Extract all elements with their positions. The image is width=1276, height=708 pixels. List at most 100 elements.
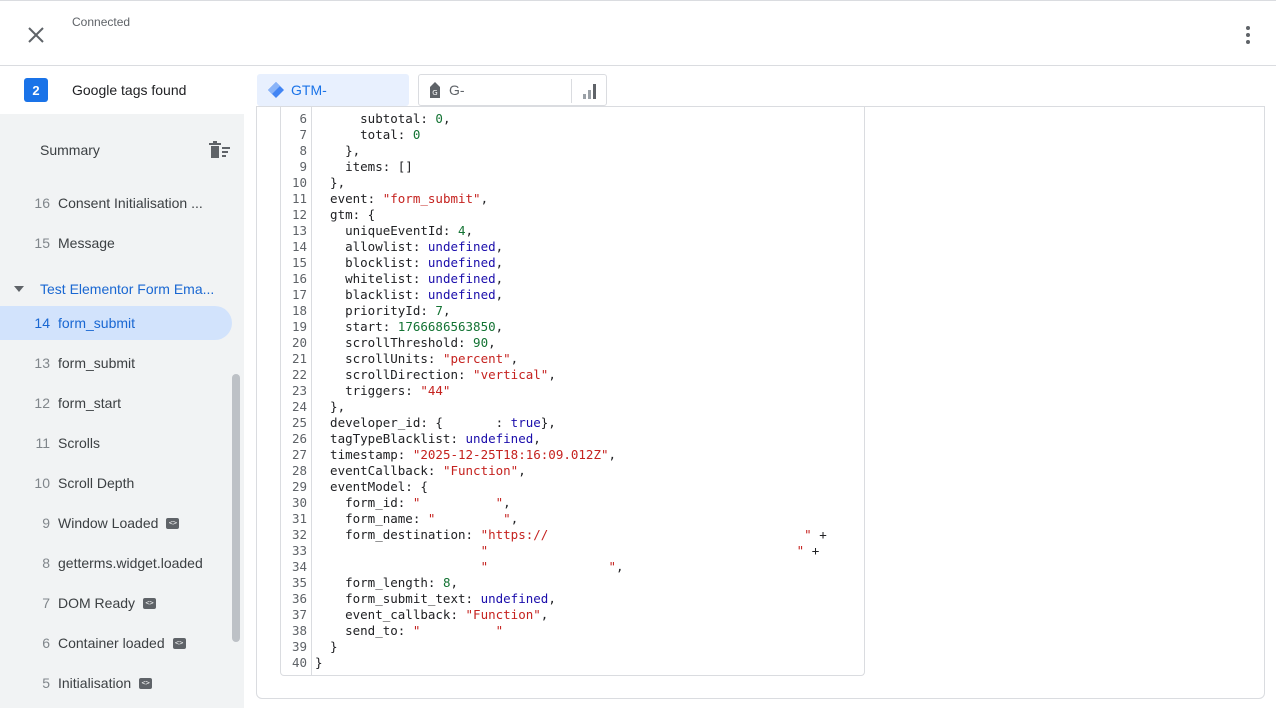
code-line: 16 whitelist: undefined, [281, 271, 864, 287]
line-number: 13 [291, 223, 307, 238]
code-line: 25 developer_id: { : true}, [281, 415, 864, 431]
code-text: } [315, 655, 323, 670]
code-line: 26 tagTypeBlacklist: undefined, [281, 431, 864, 447]
line-number: 31 [291, 511, 307, 526]
event-item[interactable]: 10 Scroll Depth [0, 466, 232, 500]
code-text: timestamp: "2025-12-25T18:16:09.012Z", [315, 447, 617, 462]
top-bar: Connected [0, 0, 1276, 66]
event-number: 7 [42, 595, 50, 611]
tag-chip-ga[interactable]: G G- [418, 74, 607, 106]
event-sidebar: Summary 16 Consent Initialisation ... 15… [0, 114, 244, 708]
code-text: eventCallback: "Function", [315, 463, 526, 478]
code-text: allowlist: undefined, [315, 239, 504, 254]
line-number: 35 [291, 575, 307, 590]
expand-arrow-icon[interactable] [14, 286, 24, 292]
line-number: 32 [291, 527, 307, 542]
event-number: 8 [42, 555, 50, 571]
event-item[interactable]: 5 Initialisation <> [0, 666, 232, 700]
line-number: 18 [291, 303, 307, 318]
code-text: eventModel: { [315, 479, 428, 494]
line-number: 12 [291, 207, 307, 222]
event-name: form_submit [58, 315, 136, 331]
line-number: 9 [299, 159, 307, 174]
code-text: }, [315, 143, 361, 158]
code-line: 8 }, [281, 143, 864, 159]
event-name: Consent Initialisation ... [58, 195, 203, 211]
code-line: 23 triggers: "44" [281, 383, 864, 399]
code-line: 34 " ", [281, 559, 864, 575]
delete-sweep-icon[interactable] [208, 140, 232, 162]
code-text: gtm: { [315, 207, 376, 222]
sidebar-scrollbar[interactable] [232, 374, 240, 642]
event-detail-panel: 6 subtotal: 0, 7 total: 08 }, 9 items: [] 1… [256, 106, 1265, 699]
code-text: }, [315, 175, 346, 190]
event-item[interactable]: 9 Window Loaded <> [0, 506, 232, 540]
line-number: 8 [299, 143, 307, 158]
line-number: 24 [291, 399, 307, 414]
event-name: DOM Ready [58, 595, 136, 611]
event-group[interactable]: Test Elementor Form Ema... [0, 272, 244, 306]
line-number: 29 [291, 479, 307, 494]
code-line: 40} [281, 655, 864, 671]
event-name: Scroll Depth [58, 475, 135, 491]
code-text: tagTypeBlacklist: undefined, [315, 431, 541, 446]
event-item[interactable]: 7 DOM Ready <> [0, 586, 232, 620]
event-item-selected[interactable]: 14 form_submit [0, 306, 232, 340]
line-number: 17 [291, 287, 307, 302]
code-text: scrollUnits: "percent", [315, 351, 519, 366]
close-button[interactable] [22, 21, 50, 49]
event-group-label: Test Elementor Form Ema... [40, 281, 215, 297]
summary-row[interactable]: Summary [0, 136, 244, 166]
analytics-bars-icon[interactable] [583, 82, 597, 100]
event-item[interactable]: 11 Scrolls [0, 426, 232, 460]
line-number: 16 [291, 271, 307, 286]
svg-text:G: G [432, 89, 437, 97]
tag-chip-gtm-label: GTM- [291, 82, 327, 98]
line-number: 10 [291, 175, 307, 190]
event-item[interactable]: 12 form_start [0, 386, 232, 420]
event-name: Message [58, 235, 115, 251]
code-text: start: 1766686563850, [315, 319, 504, 334]
event-number: 5 [42, 675, 50, 691]
event-number: 16 [34, 195, 50, 211]
code-text: blacklist: undefined, [315, 287, 504, 302]
line-number: 39 [291, 639, 307, 654]
line-number: 26 [291, 431, 307, 446]
event-item[interactable]: 6 Container loaded <> [0, 626, 232, 660]
event-name: Scrolls [58, 435, 101, 451]
more-vert-icon [1246, 26, 1250, 30]
line-number: 36 [291, 591, 307, 606]
tag-chip-gtm[interactable]: GTM- [257, 74, 409, 106]
code-icon: <> [172, 637, 186, 649]
code-text: " " + [480, 543, 820, 558]
tag-count-badge: 2 [24, 78, 48, 102]
code-line: 19 start: 1766686563850, [281, 319, 864, 335]
line-number: 40 [291, 655, 307, 670]
event-number: 11 [35, 435, 50, 451]
code-line: 24 }, [281, 399, 864, 415]
line-number: 27 [291, 447, 307, 462]
code-text: " ", [480, 559, 624, 574]
code-line: 30 form_id: " ", [281, 495, 864, 511]
event-item[interactable]: 8 getterms.widget.loaded [0, 546, 232, 580]
code-text: send_to: " " [315, 623, 504, 638]
event-item[interactable]: 15 Message [0, 226, 232, 260]
event-item[interactable]: 13 form_submit [0, 346, 232, 380]
code-line: 14 allowlist: undefined, [281, 239, 864, 255]
code-text: blocklist: undefined, [315, 255, 504, 270]
event-name: form_start [58, 395, 122, 411]
connection-status: Connected [72, 15, 131, 29]
code-text: scrollThreshold: 90, [315, 335, 496, 350]
more-options-button[interactable] [1238, 23, 1258, 47]
code-text: priorityId: 7, [315, 303, 451, 318]
code-icon: <> [143, 597, 157, 609]
code-text: subtotal: 0, [315, 111, 451, 126]
code-line: 7 total: 0 [281, 127, 864, 143]
code-line: 21 scrollUnits: "percent", [281, 351, 864, 367]
code-text: }, [315, 399, 346, 414]
datalayer-code-view: 6 subtotal: 0, 7 total: 08 }, 9 items: [] 1… [280, 107, 865, 676]
line-number: 21 [291, 351, 307, 366]
event-item[interactable]: 16 Consent Initialisation ... [0, 186, 232, 220]
tags-found-label: Google tags found [72, 82, 187, 98]
code-line: 22 scrollDirection: "vertical", [281, 367, 864, 383]
